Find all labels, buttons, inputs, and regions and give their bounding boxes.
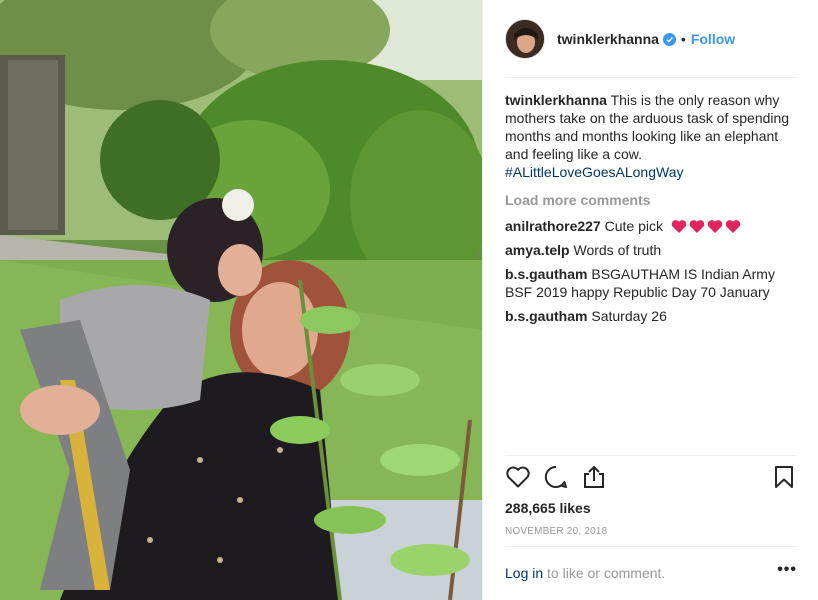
post-header: twinklerkhanna • Follow <box>505 17 795 61</box>
red-heart-emoji-icon <box>689 220 705 233</box>
photo-illustration <box>0 0 482 600</box>
load-more-comments-button[interactable]: Load more comments <box>505 191 799 209</box>
post-photo[interactable] <box>0 0 482 600</box>
footer-divider <box>505 546 797 547</box>
share-icon[interactable] <box>581 464 607 490</box>
red-heart-emoji-icon <box>725 220 741 233</box>
likes-count[interactable]: 288,665 likes <box>505 500 591 516</box>
verified-badge-icon <box>662 32 676 46</box>
comment-icon[interactable] <box>543 464 569 490</box>
comment-text: Cute pick <box>604 218 663 234</box>
comment-text: Saturday 26 <box>591 308 667 324</box>
follow-button[interactable]: Follow <box>691 31 735 47</box>
login-link[interactable]: Log in <box>505 565 543 581</box>
heart-emojis <box>671 219 741 234</box>
comment-username[interactable]: amya.telp <box>505 242 570 258</box>
comment-item: amya.telp Words of truth <box>505 241 799 259</box>
comment-username[interactable]: b.s.gautham <box>505 266 587 282</box>
caption-username[interactable]: twinklerkhanna <box>505 92 607 108</box>
header-separator: • <box>680 31 686 47</box>
comment-item: b.s.gautham Saturday 26 <box>505 307 799 325</box>
more-options-icon[interactable]: ••• <box>777 561 797 579</box>
caption-hashtag[interactable]: #ALittleLoveGoesALongWay <box>505 163 799 181</box>
bookmark-icon[interactable] <box>771 464 797 490</box>
post-sidebar: twinklerkhanna • Follow twinklerkhanna T… <box>482 0 818 600</box>
comment-text: Words of truth <box>573 242 662 258</box>
comment-username[interactable]: anilrathore227 <box>505 218 601 234</box>
comment-item: anilrathore227 Cute pick <box>505 217 799 235</box>
login-prompt: Log in to like or comment. ••• <box>505 561 797 581</box>
avatar[interactable] <box>505 19 545 59</box>
comment-item: b.s.gautham BSGAUTHAM IS Indian Army BSF… <box>505 265 799 301</box>
action-bar <box>505 464 797 494</box>
login-suffix-text: to like or comment. <box>543 565 666 581</box>
author-username[interactable]: twinklerkhanna <box>557 31 659 47</box>
red-heart-emoji-icon <box>707 220 723 233</box>
post-date: NOVEMBER 20, 2018 <box>505 526 608 537</box>
comment-username[interactable]: b.s.gautham <box>505 308 587 324</box>
avatar-image <box>506 20 544 58</box>
header-divider <box>505 77 797 78</box>
comments-section: twinklerkhanna This is the only reason w… <box>505 91 799 331</box>
red-heart-emoji-icon <box>671 220 687 233</box>
actions-divider <box>505 455 797 456</box>
heart-icon[interactable] <box>505 464 531 490</box>
post-caption: twinklerkhanna This is the only reason w… <box>505 91 799 181</box>
